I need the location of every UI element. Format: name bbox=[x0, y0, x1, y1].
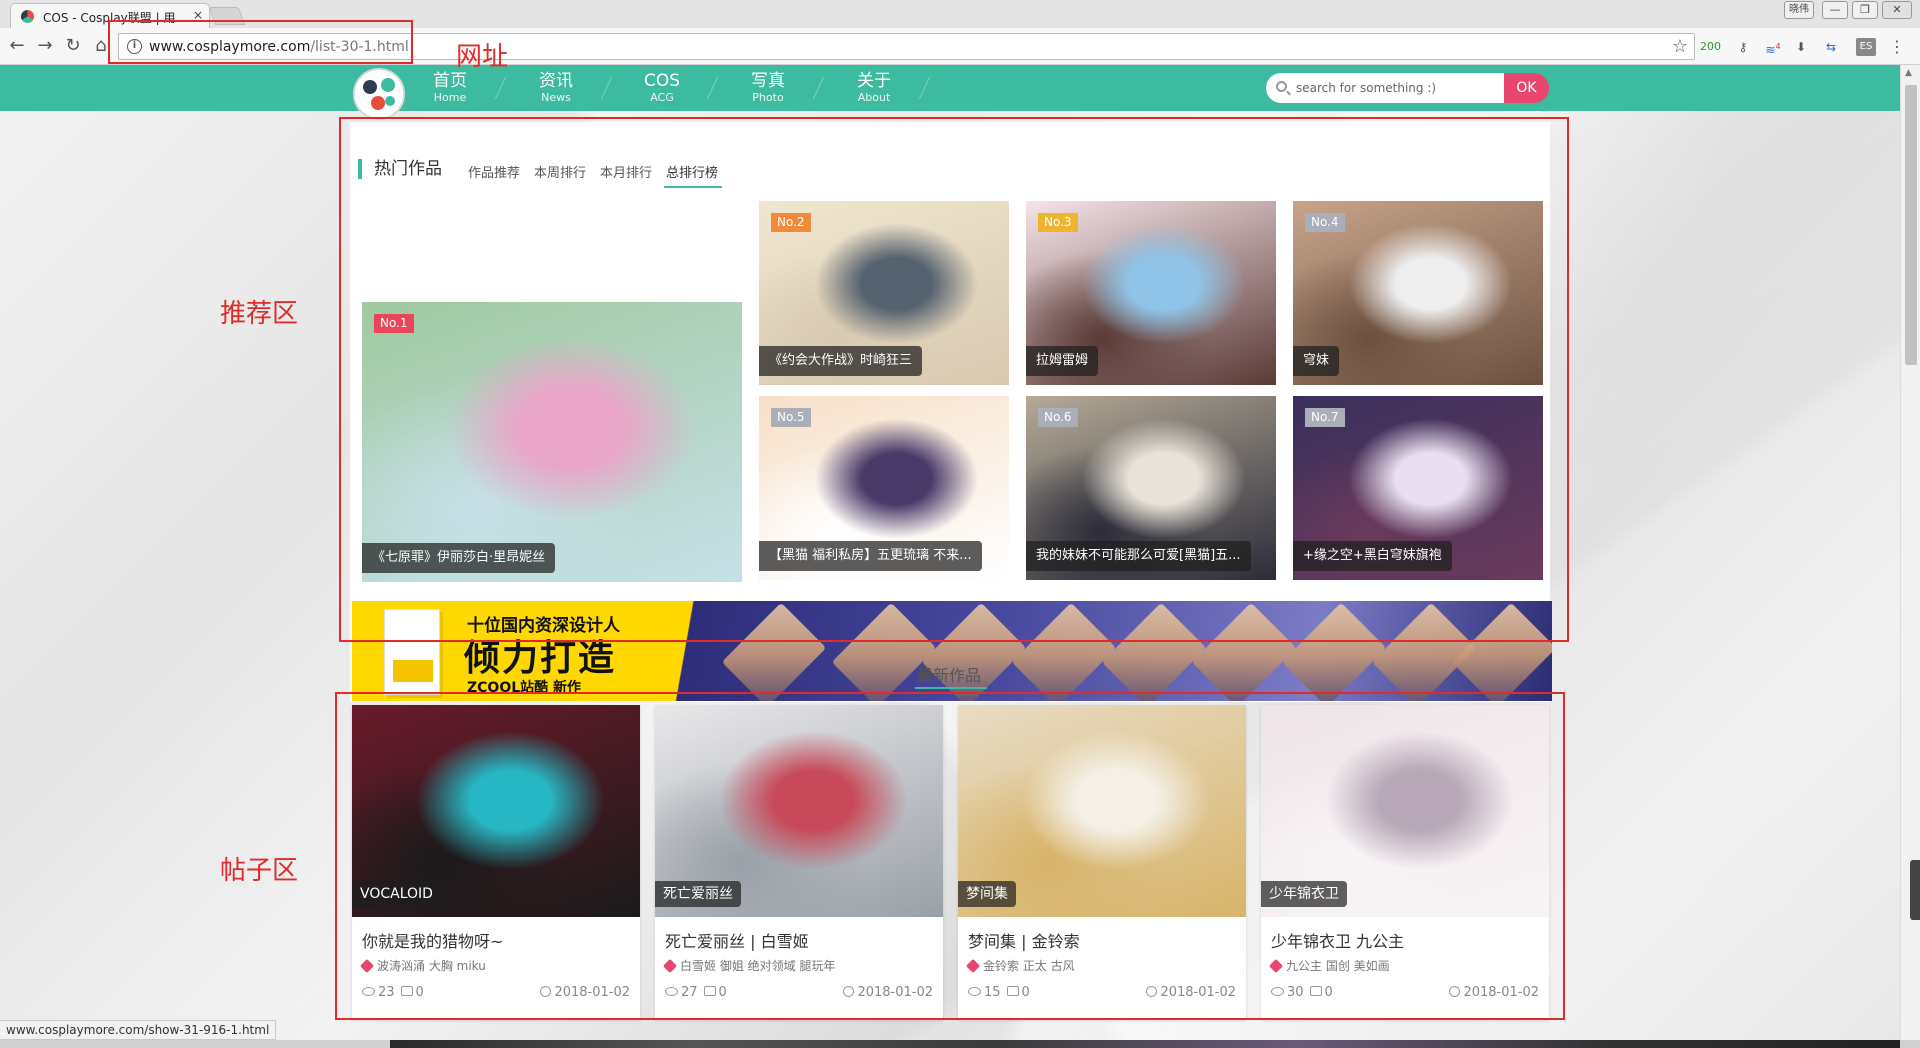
side-widget-handle[interactable] bbox=[1910, 860, 1920, 920]
logo-dot bbox=[363, 80, 377, 94]
nav-divider bbox=[706, 77, 719, 99]
maximize-button[interactable]: ❐ bbox=[1852, 1, 1878, 19]
forward-arrow-icon[interactable]: → bbox=[34, 36, 56, 56]
browser-status-bar: www.cosplaymore.com/show-31-916-1.html bbox=[0, 1020, 277, 1040]
nav-divider bbox=[600, 77, 613, 99]
es-extension-icon[interactable]: ES bbox=[1856, 38, 1876, 56]
nav-home-label: 首页 bbox=[433, 71, 467, 91]
site-favicon-icon bbox=[21, 10, 34, 23]
reload-icon[interactable]: ↻ bbox=[62, 36, 84, 56]
nav-divider bbox=[812, 77, 825, 99]
scroll-up-arrow-icon[interactable]: ▲ bbox=[1905, 68, 1912, 78]
nav-cos-label: COS bbox=[643, 71, 681, 91]
nav-cos[interactable]: COS ACG bbox=[622, 71, 702, 105]
search-icon bbox=[1276, 81, 1287, 92]
latest-title-underline bbox=[915, 687, 987, 689]
nav-about[interactable]: 关于 About bbox=[834, 71, 914, 105]
profile-button[interactable]: 晓伟 bbox=[1784, 1, 1814, 19]
logo-dot bbox=[385, 96, 395, 106]
nav-news-label: 资讯 bbox=[539, 71, 573, 91]
logo-dot bbox=[381, 78, 395, 92]
nav-photo-sublabel: Photo bbox=[752, 91, 784, 104]
nav-news[interactable]: 资讯 News bbox=[516, 71, 596, 105]
url-annotation-box bbox=[108, 20, 413, 64]
next-row-thumbnails bbox=[390, 1040, 1900, 1048]
nav-home-sublabel: Home bbox=[433, 91, 467, 104]
nav-photo[interactable]: 写真 Photo bbox=[728, 71, 808, 105]
nav-divider bbox=[918, 77, 931, 99]
menu-icon[interactable]: ⋮ bbox=[1888, 38, 1906, 56]
latest-works-title: 最新作品 bbox=[917, 666, 982, 685]
search-box bbox=[1266, 73, 1514, 103]
scrollbar-thumb[interactable] bbox=[1905, 85, 1917, 365]
next-row-preview bbox=[0, 1040, 1920, 1048]
close-window-button[interactable]: ✕ bbox=[1882, 1, 1912, 19]
back-arrow-icon[interactable]: ← bbox=[6, 36, 28, 56]
bookmark-star-icon[interactable]: ☆ bbox=[1672, 36, 1688, 57]
nav-divider bbox=[494, 77, 507, 99]
recommend-annotation-label: 推荐区 bbox=[220, 299, 299, 329]
nav-news-sublabel: News bbox=[541, 91, 571, 104]
logo-dot bbox=[371, 96, 385, 110]
download-icon[interactable]: ⬇ bbox=[1792, 38, 1810, 56]
site-nav-bar: 首页 Home 资讯 News COS ACG 写真 Photo 关于 Abou… bbox=[0, 65, 1900, 111]
recommend-annotation-box bbox=[339, 117, 1569, 642]
nav-photo-label: 写真 bbox=[751, 71, 785, 91]
site-logo[interactable] bbox=[353, 68, 405, 120]
posts-annotation-label: 帖子区 bbox=[220, 856, 299, 886]
nav-home[interactable]: 首页 Home bbox=[410, 71, 490, 105]
nav-about-label: 关于 bbox=[857, 71, 891, 91]
key-extension-icon[interactable]: ⚷ bbox=[1734, 38, 1752, 56]
extension-counter[interactable]: 200 bbox=[1700, 38, 1721, 56]
posts-annotation-box bbox=[335, 692, 1565, 1020]
feed-extension-icon[interactable]: ≋4 bbox=[1762, 38, 1784, 57]
url-annotation-label: 网址 bbox=[456, 42, 509, 72]
nav-cos-sublabel: ACG bbox=[650, 91, 674, 104]
extension-badge: 4 bbox=[1775, 42, 1781, 51]
minimize-button[interactable]: — bbox=[1822, 1, 1848, 19]
nav-about-sublabel: About bbox=[857, 91, 891, 104]
search-ok-button[interactable]: OK bbox=[1504, 73, 1549, 103]
translate-icon[interactable]: ⇆ bbox=[1822, 38, 1840, 56]
search-input[interactable] bbox=[1296, 78, 1506, 98]
